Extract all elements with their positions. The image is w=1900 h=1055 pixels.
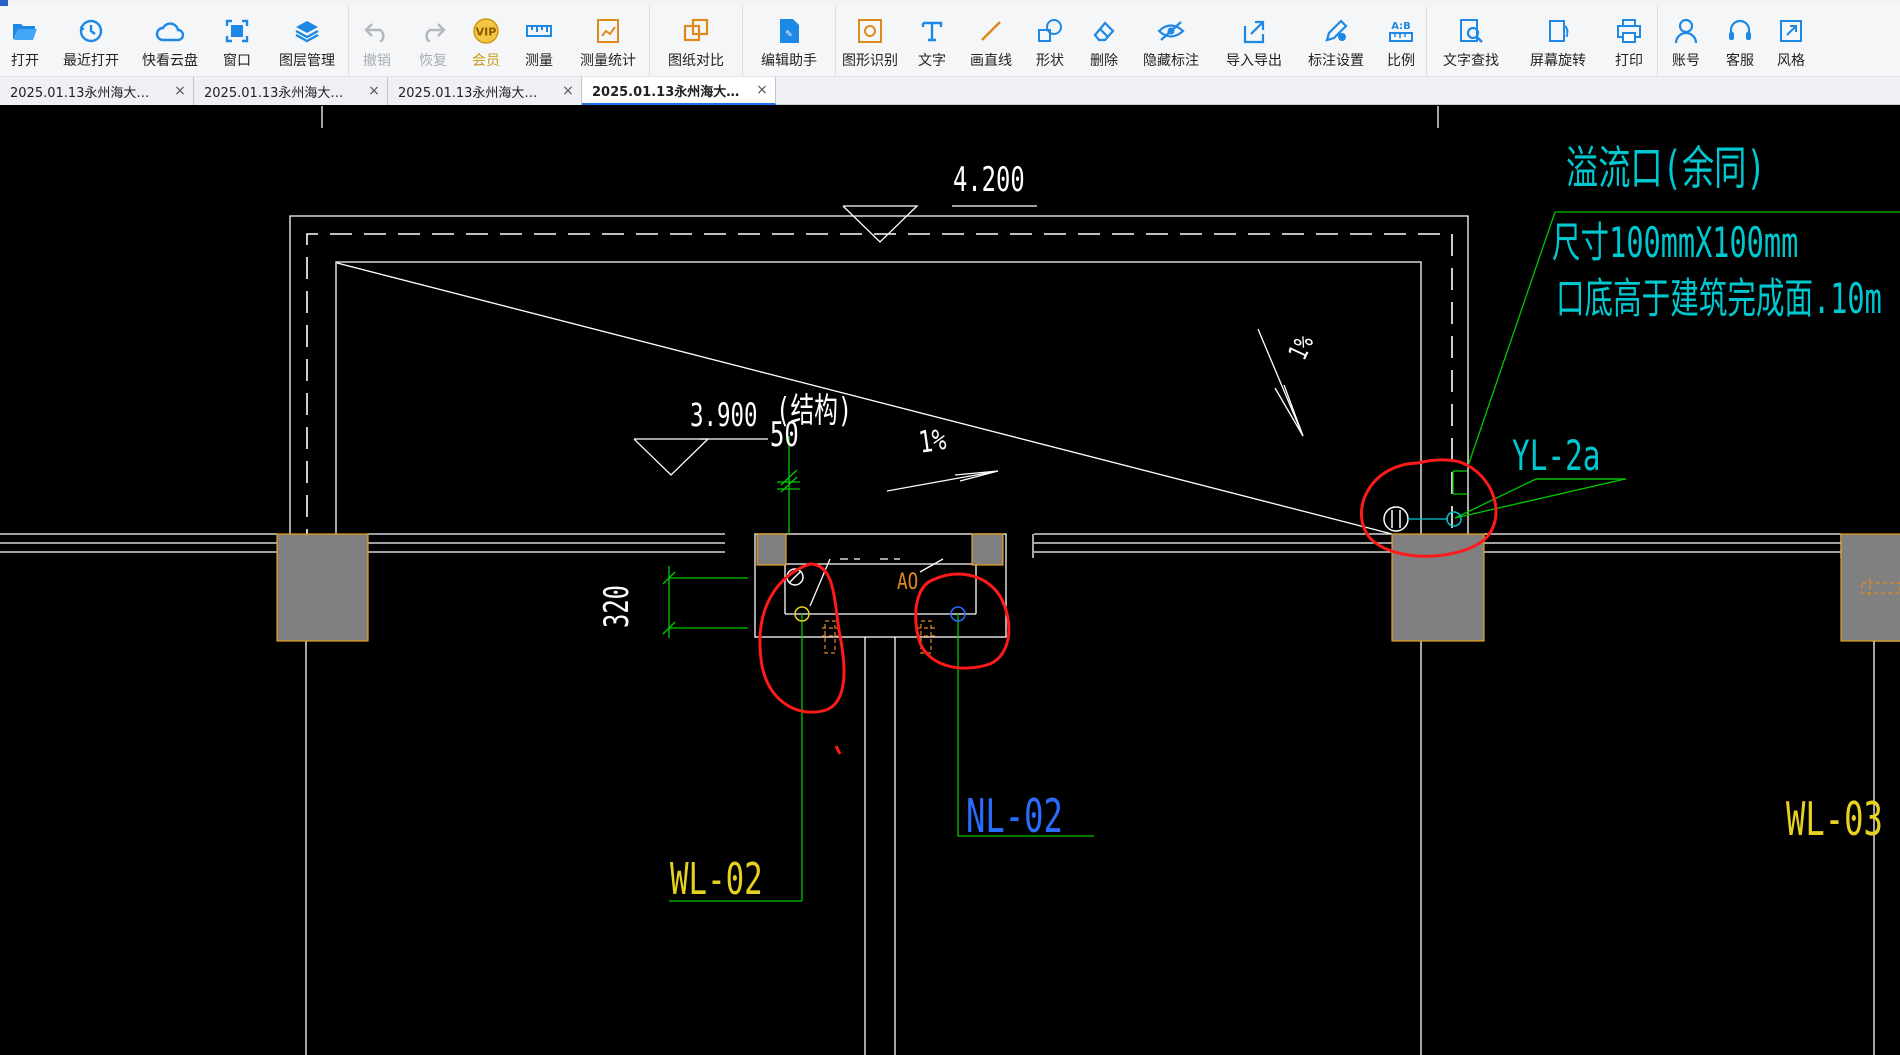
redo-button[interactable]: 恢复 xyxy=(405,6,461,76)
open-button[interactable]: 打开 xyxy=(0,6,50,76)
rotate-icon xyxy=(1543,16,1573,46)
history-clock-icon xyxy=(76,16,106,46)
vip-badge-text: VIP xyxy=(476,26,497,39)
shape-icon xyxy=(1035,16,1065,46)
rotate-screen-button[interactable]: 屏幕旋转 xyxy=(1515,6,1601,76)
slope-1-percent-label: 1% xyxy=(916,422,949,461)
scale-button[interactable]: A:B 比例 xyxy=(1376,6,1426,76)
scale-icon: A:B xyxy=(1386,16,1416,46)
tab-label: 2025.01.13永州海大… xyxy=(592,84,740,100)
vip-icon: VIP xyxy=(471,16,501,46)
nl-02-label: NL-02 xyxy=(966,789,1063,843)
export-icon xyxy=(1239,16,1269,46)
cloud-button[interactable]: 快看云盘 xyxy=(132,6,208,76)
document-tab-4-active[interactable]: 2025.01.13永州海大… × xyxy=(582,77,776,105)
account-button[interactable]: 账号 xyxy=(1658,6,1714,76)
toolbar-group-user: 账号 客服 风格 xyxy=(1658,6,1816,76)
document-tab-bar: 2025.01.13永州海大… × 2025.01.13永州海大… × 2025… xyxy=(0,77,1900,105)
toolbar-group-edit: 撤销 恢复 VIP 会员 测量 测量统计 xyxy=(349,6,650,76)
document-tab-3[interactable]: 2025.01.13永州海大… × xyxy=(388,77,582,105)
tab-label: 2025.01.13永州海大… xyxy=(398,85,538,101)
red-markup-circles xyxy=(758,458,1498,755)
dimension-320-label: 320 xyxy=(597,585,637,628)
shape-recognize-icon xyxy=(855,16,885,46)
expand-icon xyxy=(1776,16,1806,46)
overflow-size-label: 尺寸100mmX100mm xyxy=(1552,218,1799,267)
scale-badge-text: A:B xyxy=(1391,21,1411,32)
headset-icon xyxy=(1725,16,1755,46)
elevation-4200-label: 4.200 xyxy=(953,160,1025,200)
measure-stats-icon xyxy=(593,16,623,46)
measure-button[interactable]: 测量 xyxy=(511,6,567,76)
style-button[interactable]: 风格 xyxy=(1766,6,1816,76)
undo-button[interactable]: 撤销 xyxy=(349,6,405,76)
hide-annotation-button[interactable]: 隐藏标注 xyxy=(1130,6,1212,76)
support-button[interactable]: 客服 xyxy=(1714,6,1766,76)
window-button[interactable]: 窗口 xyxy=(208,6,266,76)
vip-button[interactable]: VIP 会员 xyxy=(461,6,511,76)
eye-off-icon xyxy=(1156,16,1186,46)
document-tab-2[interactable]: 2025.01.13永州海大… × xyxy=(194,77,388,105)
ruler-icon xyxy=(524,16,554,46)
dimension-50-label: 50 xyxy=(770,415,799,455)
overflow-height-label: 口底高于建筑完成面.10m xyxy=(1556,274,1882,323)
cad-drawing-canvas[interactable]: 4.200 3.900 (结构) 50 320 1% 1% 溢流口(余同) 尺寸… xyxy=(0,106,1900,1055)
layers-button[interactable]: 图层管理 xyxy=(266,6,348,76)
wl-02-label: WL-02 xyxy=(670,854,763,905)
folder-open-icon xyxy=(10,16,40,46)
search-doc-icon xyxy=(1456,16,1486,46)
delete-button[interactable]: 删除 xyxy=(1078,6,1130,76)
pen-gear-icon xyxy=(1321,16,1351,46)
close-icon[interactable]: × xyxy=(367,83,381,99)
redo-icon xyxy=(418,16,448,46)
close-icon[interactable]: × xyxy=(173,83,187,99)
printer-icon xyxy=(1614,16,1644,46)
main-toolbar: 打开 最近打开 快看云盘 窗口 图层管理 撤销 恢复 VIP 会员 测量 测量统… xyxy=(0,6,1900,77)
yl-2a-label: YL-2a xyxy=(1512,431,1601,480)
tab-label: 2025.01.13永州海大… xyxy=(10,85,150,101)
shape-recognize-button[interactable]: 图形识别 xyxy=(836,6,904,76)
window-icon xyxy=(222,16,252,46)
svg-text:✎: ✎ xyxy=(785,30,793,40)
draw-line-button[interactable]: 画直线 xyxy=(960,6,1022,76)
wl-03-label: WL-03 xyxy=(1786,792,1883,846)
undo-icon xyxy=(362,16,392,46)
annotation-settings-button[interactable]: 标注设置 xyxy=(1296,6,1376,76)
toolbar-group-assistant: ✎ 编辑助手 xyxy=(743,6,836,76)
text-search-button[interactable]: 文字查找 xyxy=(1427,6,1515,76)
document-tab-1[interactable]: 2025.01.13永州海大… × xyxy=(0,77,194,105)
line-icon xyxy=(976,16,1006,46)
import-export-button[interactable]: 导入导出 xyxy=(1212,6,1296,76)
compare-button[interactable]: 图纸对比 xyxy=(650,6,742,76)
recent-button[interactable]: 最近打开 xyxy=(50,6,132,76)
toolbar-group-view: 文字查找 屏幕旋转 打印 xyxy=(1427,6,1658,76)
edit-assistant-button[interactable]: ✎ 编辑助手 xyxy=(743,6,835,76)
app-window: 打开 最近打开 快看云盘 窗口 图层管理 撤销 恢复 VIP 会员 测量 测量统… xyxy=(0,0,1900,1055)
overflow-title-label: 溢流口(余同) xyxy=(1566,141,1766,195)
ao-label: AO xyxy=(897,570,919,595)
layers-icon xyxy=(292,16,322,46)
text-button[interactable]: 文字 xyxy=(904,6,960,76)
compare-icon xyxy=(681,16,711,46)
cloud-icon xyxy=(155,16,185,46)
text-t-icon xyxy=(917,16,947,46)
toolbar-group-annotate: 图形识别 文字 画直线 形状 删除 隐藏标注 导入导出 标注设置 A:B 比例 xyxy=(836,6,1427,76)
close-icon[interactable]: × xyxy=(561,83,575,99)
toolbar-group-compare: 图纸对比 xyxy=(650,6,743,76)
user-icon xyxy=(1671,16,1701,46)
toolbar-group-file: 打开 最近打开 快看云盘 窗口 图层管理 xyxy=(0,6,349,76)
close-icon[interactable]: × xyxy=(755,82,769,98)
print-button[interactable]: 打印 xyxy=(1601,6,1657,76)
edit-assistant-icon: ✎ xyxy=(774,16,804,46)
measure-stats-button[interactable]: 测量统计 xyxy=(567,6,649,76)
tab-label: 2025.01.13永州海大… xyxy=(204,85,344,101)
shape-button[interactable]: 形状 xyxy=(1022,6,1078,76)
elevation-3900-label: 3.900 xyxy=(690,396,758,434)
eraser-icon xyxy=(1089,16,1119,46)
